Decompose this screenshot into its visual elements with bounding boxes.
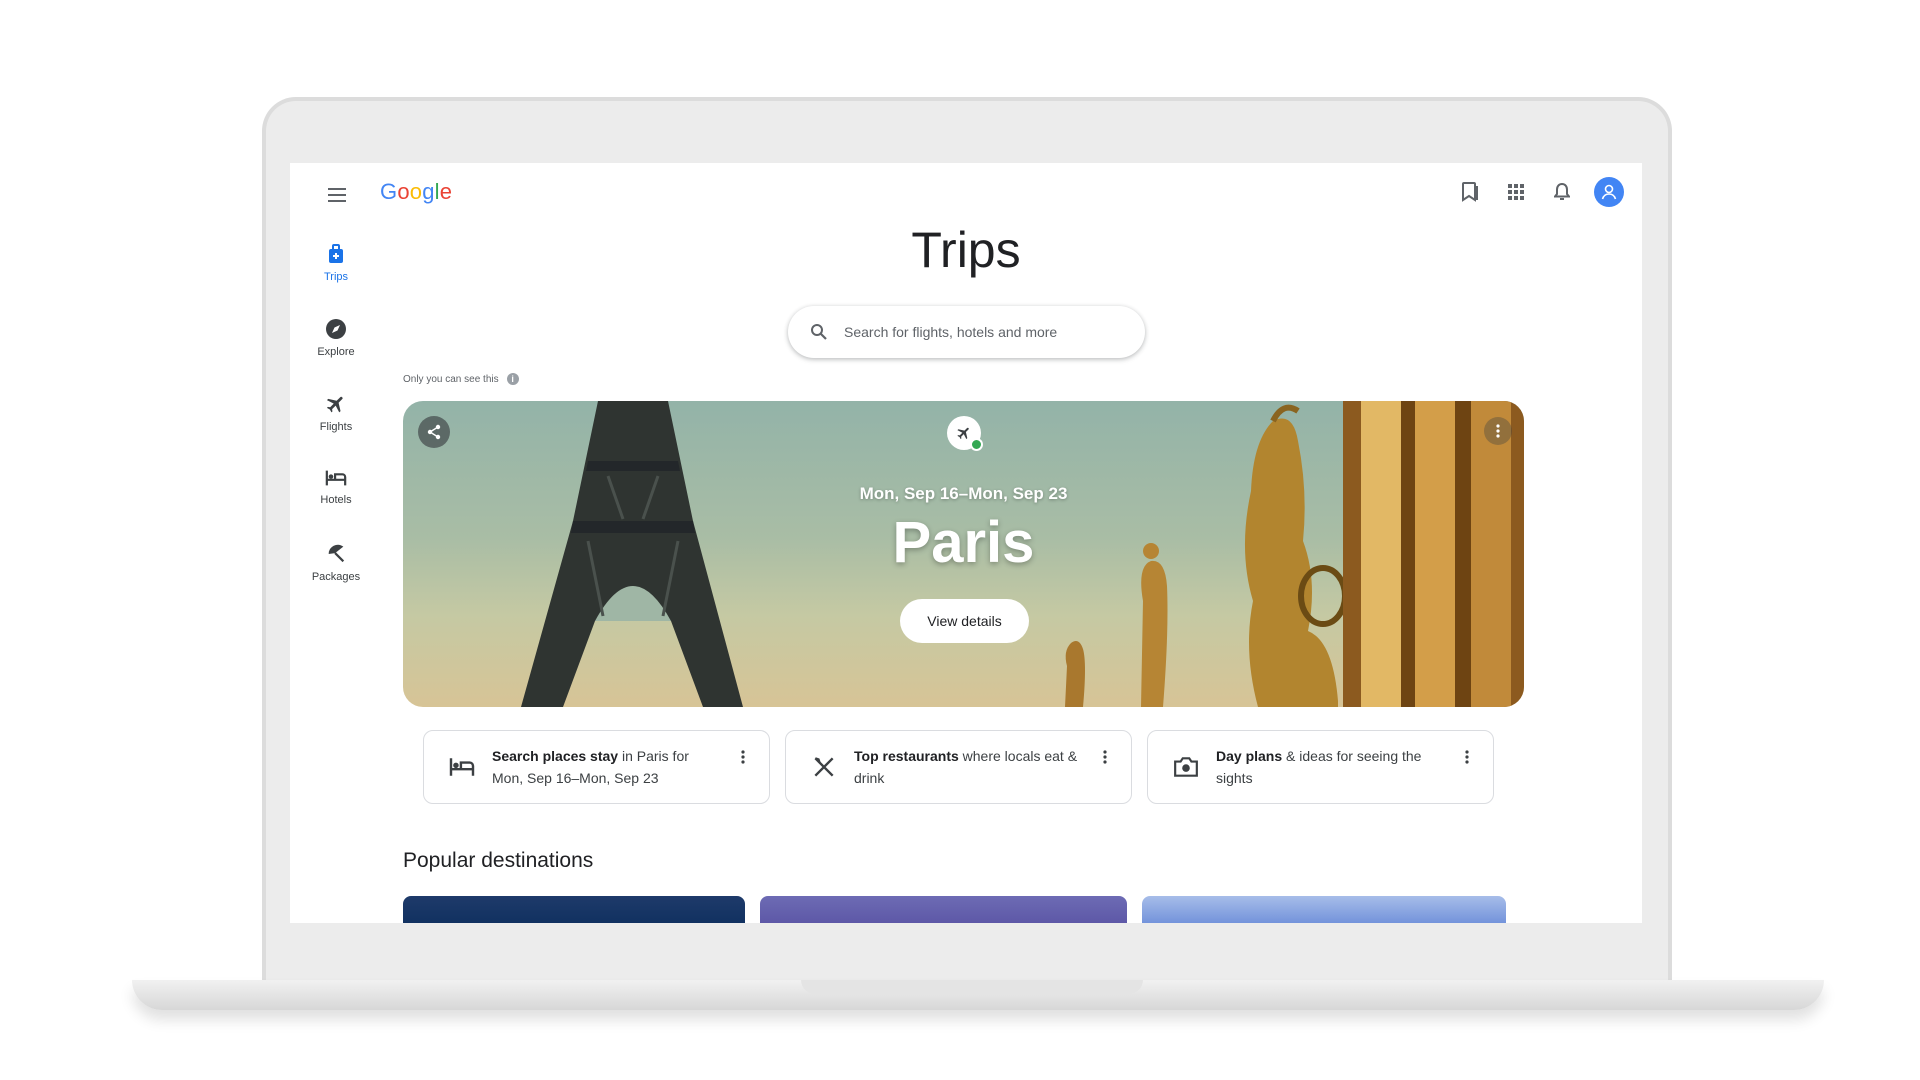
trip-hero-card[interactable]: Mon, Sep 16–Mon, Sep 23 Paris View detai… [403, 401, 1524, 707]
nav-item-hotels[interactable]: Hotels [290, 468, 382, 543]
notifications-bell-icon[interactable] [1548, 178, 1576, 206]
nav-label-flights: Flights [319, 421, 353, 433]
trip-dates: Mon, Sep 16–Mon, Sep 23 [859, 484, 1068, 503]
trip-more-options-button[interactable] [1484, 417, 1512, 445]
nav-item-explore[interactable]: Explore [290, 318, 382, 393]
suggestion-card-day-plans[interactable]: Day plans & ideas for seeing the sights [1147, 730, 1494, 804]
trip-suggestion-cards: Search places stay in Paris for Mon, Sep… [423, 730, 1494, 804]
camera-icon [1170, 751, 1202, 783]
menu-line [328, 200, 346, 202]
view-details-button[interactable]: View details [900, 599, 1029, 643]
popular-destinations-row [403, 896, 1506, 923]
nav-item-packages[interactable]: Packages [290, 543, 382, 618]
more-vert-icon[interactable] [1457, 747, 1477, 767]
laptop-notch [801, 980, 1143, 994]
apps-grid-icon[interactable] [1502, 178, 1530, 206]
restaurant-utensils-icon [808, 751, 840, 783]
popular-destinations-heading: Popular destinations [403, 849, 594, 872]
logo-letter: o [397, 179, 410, 204]
nav-label-hotels: Hotels [320, 494, 352, 506]
suggestion-card-text: Day plans & ideas for seeing the sights [1216, 748, 1422, 786]
search-icon [811, 324, 827, 340]
hotel-bed-icon [325, 470, 347, 486]
nav-label-packages: Packages [311, 571, 361, 583]
logo-letter: g [422, 179, 435, 204]
main-menu-button[interactable] [326, 183, 350, 207]
hotel-bed-icon [446, 751, 478, 783]
suggestion-card-stays[interactable]: Search places stay in Paris for Mon, Sep… [423, 730, 770, 804]
suggestion-card-text: Search places stay in Paris for Mon, Sep… [492, 748, 689, 786]
saved-bookmark-icon[interactable] [1456, 178, 1484, 206]
flight-plane-icon [326, 396, 343, 413]
suggestion-card-text: Top restaurants where locals eat & drink [854, 748, 1078, 786]
side-nav: Trips Explore Flights Hotels Packages [290, 243, 382, 618]
suggestion-card-restaurants[interactable]: Top restaurants where locals eat & drink [785, 730, 1132, 804]
packages-beach-umbrella-icon [328, 544, 345, 563]
page-title: Trips [911, 222, 1021, 278]
destination-card[interactable] [1142, 896, 1506, 923]
more-vert-icon[interactable] [733, 747, 753, 767]
destination-card[interactable] [403, 896, 745, 923]
google-logo[interactable]: Google [380, 179, 452, 205]
logo-letter: G [380, 179, 398, 204]
more-vert-icon[interactable] [1095, 747, 1115, 767]
flight-booked-badge [947, 416, 983, 451]
logo-letter: e [439, 179, 453, 204]
privacy-note: Only you can see this i [403, 373, 519, 385]
share-trip-button[interactable] [418, 416, 450, 448]
flight-plane-icon [957, 427, 969, 440]
info-icon[interactable]: i [506, 373, 519, 385]
nav-label-explore: Explore [317, 346, 355, 358]
trip-destination: Paris [892, 510, 1035, 575]
menu-line [328, 194, 346, 196]
logo-letter: o [409, 179, 423, 204]
account-avatar-icon[interactable] [1594, 177, 1624, 207]
header-actions [1456, 177, 1624, 207]
check-icon [970, 438, 983, 451]
browser-screen: Google Trips Explore Flights Hotels Pack… [290, 163, 1642, 923]
search-box[interactable] [788, 306, 1145, 358]
share-icon [427, 424, 441, 440]
more-vert-icon [1496, 424, 1500, 438]
privacy-note-text: Only you can see this [403, 373, 499, 385]
menu-line [328, 188, 346, 190]
destination-card[interactable] [760, 896, 1127, 923]
nav-item-flights[interactable]: Flights [290, 393, 382, 468]
search-input[interactable] [842, 323, 1116, 341]
explore-compass-icon [326, 319, 346, 339]
